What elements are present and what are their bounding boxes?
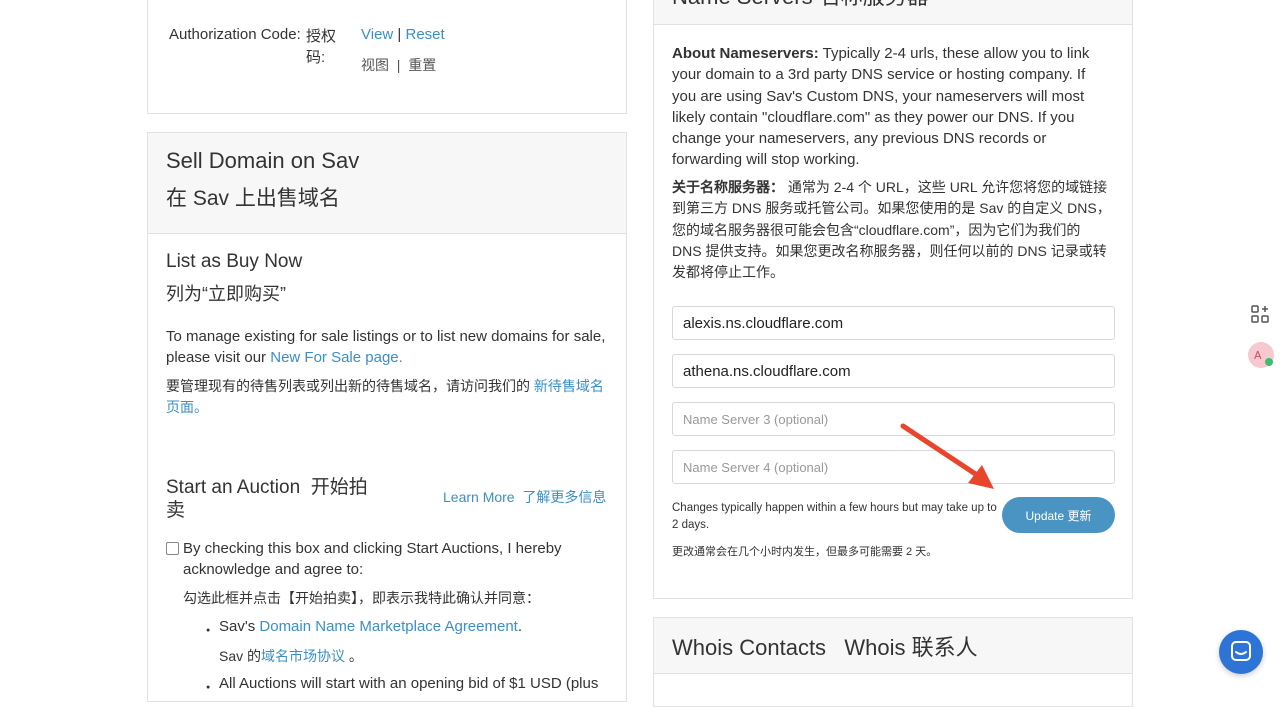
reset-link-zh[interactable]: 重置 [408, 57, 436, 73]
agree-checkbox-text-zh: 勾选此框并点击【开始拍卖】，即表示我特此确认并同意： [183, 590, 540, 606]
learn-more: Learn More 了解更多信息 [443, 487, 606, 507]
add-widget-icon[interactable] [1250, 304, 1270, 324]
about-nameservers-text: Typically 2-4 urls, these allow you to l… [672, 45, 1090, 169]
name-servers-panel: Name Servers 名称服务器 About Nameservers: Ty… [653, 0, 1133, 599]
whois-contacts-panel: Whois Contacts Whois 联系人 [653, 617, 1133, 707]
translate-icon[interactable]: A [1248, 342, 1274, 368]
learn-more-link[interactable]: Learn More [443, 489, 515, 505]
about-nameservers: About Nameservers: Typically 2-4 urls, t… [672, 43, 1102, 171]
sell-domain-panel: Sell Domain on Sav 在 Sav 上出售域名 List as B… [147, 132, 627, 702]
changes-notice-zh: 更改通常会在几个小时内发生，但最多可能需要 2 天。 [672, 546, 938, 558]
about-nameservers-label-zh: 关于名称服务器： [672, 179, 784, 195]
opening-bid-bullet: All Auctions will start with an opening … [219, 675, 599, 692]
annotation-arrow-icon [900, 423, 994, 489]
new-for-sale-link[interactable]: New For Sale page. [270, 349, 403, 366]
authorization-actions-zh: 视图 | 重置 [361, 55, 436, 75]
authorization-actions: View | Reset [361, 26, 445, 43]
name-servers-title: Name Servers 名称服务器 [672, 0, 929, 11]
manage-text-zh: 要管理现有的待售列表或列出新的待售域名，请访问我们的 [166, 378, 530, 394]
manage-listings-text-zh: 要管理现有的待售列表或列出新的待售域名，请访问我们的 新待售域名 页面。 [166, 376, 606, 418]
whois-header: Whois Contacts Whois 联系人 [654, 618, 1132, 674]
marketplace-agreement-link-zh[interactable]: 域名市场协议 [261, 648, 345, 664]
view-link-zh[interactable]: 视图 [361, 57, 389, 73]
agreement-prefix-zh: Sav 的 [219, 648, 262, 664]
sell-title: Sell Domain on Sav [166, 148, 360, 173]
authorization-code-label-zh: 授权码: [306, 28, 337, 66]
authorization-panel: Authorization Code: 授权码: View | Reset 视图… [147, 0, 627, 114]
manage-listings-text: To manage existing for sale listings or … [166, 326, 606, 368]
agree-checkbox[interactable] [166, 542, 179, 555]
view-link[interactable]: View [361, 26, 393, 43]
authorization-code-label: Authorization Code: [169, 26, 301, 43]
start-auction-title: Start an Auction 开始拍卖 [166, 476, 386, 522]
reset-link[interactable]: Reset [406, 26, 445, 43]
agreement-prefix: Sav's [219, 618, 256, 635]
update-button[interactable]: Update 更新 [1002, 497, 1115, 533]
learn-more-link-zh[interactable]: 了解更多信息 [522, 489, 606, 505]
agreement-bullet-zh: Sav 的域名市场协议 。 [219, 646, 363, 666]
name-server-4-input[interactable] [672, 450, 1115, 484]
sell-title-zh: 在 Sav 上出售域名 [166, 187, 340, 210]
about-nameservers-zh: 关于名称服务器： 通常为 2-4 个 URL，这些 URL 允许您将您的域链接到… [672, 177, 1112, 283]
agreement-suffix: . [517, 618, 523, 635]
bullet-dot: ● [206, 627, 211, 634]
agree-checkbox-text: By checking this box and clicking Start … [183, 540, 562, 578]
chat-icon[interactable] [1219, 630, 1263, 674]
separator-zh: | [392, 57, 405, 73]
name-server-3-input[interactable] [672, 402, 1115, 436]
agreement-suffix-zh: 。 [348, 648, 363, 664]
name-server-1-input[interactable] [672, 306, 1115, 340]
list-buy-now-title-zh: 列为“立即购买” [166, 284, 286, 304]
name-server-2-input[interactable] [672, 354, 1115, 388]
start-auction-title-en: Start an Auction [166, 477, 301, 498]
svg-text:A: A [1254, 349, 1262, 362]
whois-title: Whois Contacts Whois 联系人 [672, 634, 978, 660]
agreement-bullet: Sav's Domain Name Marketplace Agreement. [219, 618, 522, 635]
changes-notice: Changes typically happen within a few ho… [672, 502, 997, 531]
sell-panel-header: Sell Domain on Sav 在 Sav 上出售域名 [148, 133, 626, 234]
marketplace-agreement-link[interactable]: Domain Name Marketplace Agreement [259, 618, 517, 635]
list-buy-now-title: List as Buy Now [166, 251, 303, 272]
name-servers-header: Name Servers 名称服务器 [654, 0, 1132, 25]
bullet-dot: ● [206, 684, 211, 691]
separator: | [397, 26, 402, 43]
about-nameservers-label: About Nameservers: [672, 45, 819, 62]
